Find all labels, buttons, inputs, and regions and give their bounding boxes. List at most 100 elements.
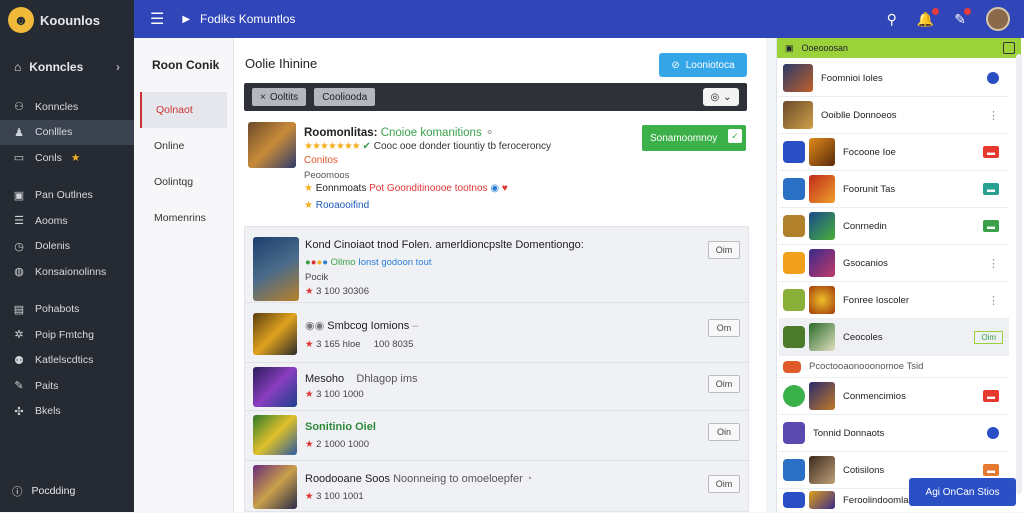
app-icon (783, 252, 805, 274)
row-action-button[interactable]: Oim (708, 375, 740, 393)
left-nav: ☻ Koounlos ⌂ Konncles › ⚇ Konncles ♟ Conll… (0, 0, 134, 512)
row-action-button[interactable]: Oim (708, 241, 740, 259)
toggle-icon[interactable] (987, 72, 999, 84)
notification-icon[interactable]: 🔔 (917, 7, 940, 28)
nav-footer-item[interactable]: ⓘ Pocdding (0, 480, 134, 502)
accent-button[interactable]: ⊘ Looniotoca (659, 53, 747, 77)
thumbnail (809, 138, 835, 166)
more-icon[interactable]: ⋮ (988, 109, 999, 122)
nav-main-item[interactable]: ⌂ Konncles › (0, 40, 134, 94)
thumbnail (809, 382, 835, 410)
right-list-item[interactable]: Ooiblle Donnoeos ⋮ (779, 97, 1009, 134)
featured-cta-button[interactable]: Sonamoomnoy ✓ (642, 125, 746, 151)
search-icon[interactable]: ⚲ (887, 11, 897, 28)
shield-icon: ◉ (490, 183, 500, 194)
row-action-button[interactable]: Oim (974, 330, 1003, 344)
circle-icon: ◎ (710, 91, 720, 103)
right-list-item[interactable]: Gsocanios ⋮ (779, 245, 1009, 282)
nav-item-4[interactable]: ▣ Pan Outlnes (0, 183, 134, 209)
filter-chip-2[interactable]: Cooliooda (314, 88, 376, 106)
filter-chip-1[interactable]: × Ooltits (252, 88, 307, 106)
toolbar: × Ooltits Cooliooda ◎ ⌄ (244, 83, 747, 111)
right-list-item[interactable]: Fonree Ioscoler ⋮ (779, 282, 1009, 319)
app-logo[interactable]: ☻ Koounlos (0, 0, 134, 40)
row-action-button[interactable]: Oin (708, 423, 740, 441)
row-action-button[interactable]: Om (708, 319, 740, 337)
game-thumbnail (253, 465, 297, 509)
sub-nav-item-4[interactable]: Momenrins (134, 200, 233, 236)
right-list-item[interactable]: Foomnioi Ioles (779, 60, 1009, 97)
row-action-button[interactable]: Oim (708, 475, 740, 493)
featured-rating: ★★★★★★★ ✔ Cooc ooe donder tiountiy tb fe… (304, 141, 552, 152)
thumbnail (809, 491, 835, 509)
star-icon: ★ (305, 339, 314, 350)
list-item[interactable]: ◉◉ Smbcog Iomions – ★ 3 165 hloe 100 803… (245, 303, 750, 363)
checkbox[interactable] (1003, 42, 1015, 54)
thumbnail (783, 64, 813, 92)
nav-item-8[interactable]: ▤ Pohabots (0, 297, 134, 323)
list-item[interactable]: Sonitinio Oiel ★ 2 1000 1000 Oin (245, 411, 750, 461)
star-icon: ★ (70, 151, 81, 164)
right-list-item[interactable]: Conmencimios ▬ (779, 378, 1009, 415)
nav-item-5[interactable]: ☰ Aooms (0, 208, 134, 234)
chevron-right-icon: › (116, 60, 120, 74)
star-icon: ★ (305, 491, 314, 502)
avatar[interactable] (986, 7, 1010, 31)
toggle-icon[interactable] (987, 427, 999, 439)
doc-icon: ✎ (14, 380, 24, 393)
page-title: Fodiks Komuntlos (200, 12, 296, 26)
star-icon: ★ (304, 183, 313, 194)
nav-item-9[interactable]: ✲ Poip Fmtchg (0, 322, 134, 348)
play-icon[interactable]: ▶ (182, 14, 190, 25)
clock-icon: ◷ (14, 240, 24, 253)
check-icon: ✓ (728, 129, 742, 143)
home-icon: ⌂ (14, 60, 22, 74)
nav-item-3[interactable]: ▭ Conls ★ (0, 145, 134, 171)
check-icon: ✔ (362, 141, 371, 152)
more-icon[interactable]: ⋮ (988, 294, 999, 307)
list-item[interactable]: Roodooane Soos Noonneing to omoeloepfer … (245, 461, 750, 513)
box-icon: ▤ (13, 303, 25, 316)
nav-item-7[interactable]: ◍ Konsaionolinns (0, 259, 134, 285)
nav-item-12[interactable]: ✣ Bkels (0, 399, 134, 425)
nav-item-1[interactable]: ⚇ Konncles (0, 94, 134, 120)
app-icon (783, 385, 805, 407)
scrollbar[interactable] (1016, 54, 1022, 494)
toolbar-select[interactable]: ◎ ⌄ (703, 88, 739, 106)
sub-nav-item-1[interactable]: Qolnaot (140, 92, 227, 128)
info-icon: ⓘ (12, 485, 23, 498)
star-icon: ★ (305, 439, 314, 450)
featured-link[interactable]: ★ Rooaooifind (304, 200, 369, 211)
calendar-icon: ▣ (13, 189, 25, 202)
nav-item-10[interactable]: ⚉ Katlelscdtics (0, 348, 134, 374)
nav-item-2[interactable]: ♟ Conllles (0, 119, 134, 145)
info-icon: ◔ (525, 473, 533, 485)
list-item[interactable]: Mesoho Dhlagop ims ★ 3 100 1000 Oim (245, 363, 750, 411)
menu-icon[interactable]: ☰ (150, 9, 164, 29)
featured-line: ★ Eonnmoats Pot Goonditinoooe tootnos ◉ … (304, 183, 508, 194)
main-title: Oolie Ihinine (245, 56, 318, 71)
right-list-item[interactable]: Focoone Ioe ▬ (779, 134, 1009, 171)
right-list-item[interactable]: Ceocoles Oim (779, 319, 1009, 356)
chevron-down-icon: ⌄ (723, 91, 732, 103)
more-icon[interactable]: ⋮ (988, 257, 999, 270)
wrench-icon: ✣ (14, 405, 24, 418)
star-icon: ★ (304, 200, 313, 211)
flag-icon: ▬ (983, 146, 999, 158)
top-bar: ☰ ▶ Fodiks Komuntlos ⚲ 🔔 ✎ (134, 0, 1024, 38)
trophy-icon: ▭ (13, 152, 25, 165)
right-list-item[interactable]: Conrnedin ▬ (779, 208, 1009, 245)
nav-item-11[interactable]: ✎ Paits (0, 373, 134, 399)
sub-nav-item-2[interactable]: Online (134, 128, 233, 164)
link-icon: ⊘ (671, 59, 680, 71)
list-item[interactable]: Kond Cinoiaot tnod Folen. amerldioncpslt… (245, 227, 750, 303)
right-list-item[interactable]: Foorunit Tas ▬ (779, 171, 1009, 208)
nav-item-6[interactable]: ◷ Dolenis (0, 234, 134, 260)
floating-action-button[interactable]: Agi OnCan Stios (909, 478, 1016, 506)
featured-meta: Peoomoos (304, 170, 350, 181)
people-icon: ⚇ (14, 101, 24, 114)
sub-nav-item-3[interactable]: Oolintqg (134, 164, 233, 200)
thumbnail (783, 101, 813, 129)
right-list-item[interactable]: Tonnid Donnaots (779, 415, 1009, 452)
edit-icon[interactable]: ✎ (954, 7, 971, 28)
